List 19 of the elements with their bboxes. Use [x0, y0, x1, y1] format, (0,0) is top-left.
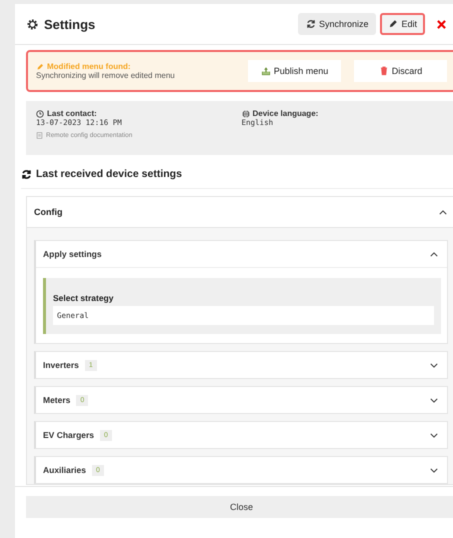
field-label: Select strategy — [53, 293, 114, 303]
accordion-title: Inverters — [43, 360, 79, 370]
synchronize-button[interactable]: Synchronize — [298, 13, 376, 35]
last-contact-label: Last contact: — [47, 109, 97, 118]
accordion-header[interactable]: Apply settings — [36, 241, 447, 267]
discard-button[interactable]: Discard — [354, 60, 447, 82]
edit-button[interactable]: Edit — [380, 13, 425, 35]
close-button[interactable]: Close — [26, 496, 453, 518]
window-title: Settings — [44, 16, 96, 32]
alert-title: Modified menu found: — [47, 62, 131, 71]
section-heading: Last received device settings — [36, 168, 182, 180]
accordion-title: Config — [34, 207, 62, 217]
accordion-title: Auxiliaries — [43, 465, 86, 475]
alert-message: Synchronizing will remove edited menu — [36, 71, 176, 80]
publish-button[interactable]: Publish menu — [248, 60, 341, 82]
accordion-title: Meters — [43, 395, 70, 405]
device-language-label: Device language: — [252, 109, 318, 118]
accordion-title: Apply settings — [43, 249, 102, 259]
accordion-title: EV Chargers — [43, 430, 94, 440]
